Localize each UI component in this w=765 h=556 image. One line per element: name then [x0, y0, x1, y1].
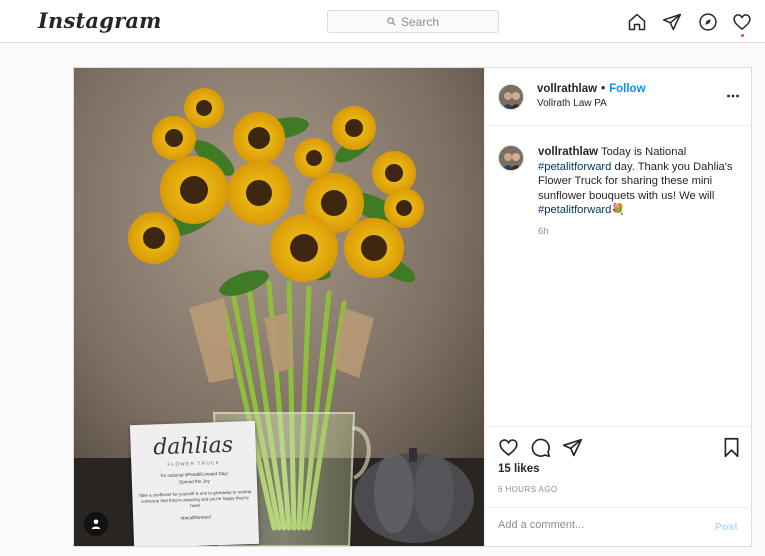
flower-truck-card: dahlias FLOWER TRUCK It's national #Peta… [129, 420, 260, 546]
post-sidebar: vollrathlaw • Follow Vollrath Law PA vol… [484, 68, 752, 546]
header-username[interactable]: vollrathlaw [537, 83, 597, 95]
header-username-row: vollrathlaw • Follow [537, 83, 646, 95]
post-header: vollrathlaw • Follow Vollrath Law PA [485, 68, 752, 126]
instagram-logo[interactable]: Instagram [38, 8, 162, 33]
profile-photo [499, 146, 523, 170]
post-card: dahlias FLOWER TRUCK It's national #Peta… [73, 67, 752, 547]
card-body: Take a sunflower for yourself & one to g… [138, 489, 252, 509]
post-actions: 15 likes 6 HOURS AGO Post [485, 426, 752, 546]
bouquet-emoji: 💐 [611, 204, 626, 217]
separator-dot: • [601, 83, 606, 95]
top-navigation-bar: Instagram Search [0, 0, 765, 43]
card-hashtag: #petalitforward [180, 514, 211, 521]
caption-text-1: Today is National [598, 146, 687, 158]
avatar[interactable] [498, 84, 524, 110]
caption-avatar[interactable] [498, 145, 524, 171]
home-icon[interactable] [627, 12, 647, 32]
likes-count[interactable]: 15 likes [498, 463, 540, 475]
post-timestamp[interactable]: 6 HOURS AGO [498, 485, 558, 494]
follow-button[interactable]: Follow [609, 83, 645, 95]
hashtag-link[interactable]: #petalitforward [538, 204, 611, 216]
save-bookmark-icon[interactable] [722, 437, 741, 458]
post-caption: vollrathlaw Today is National #petalitfo… [538, 145, 738, 218]
activity-heart-icon[interactable] [732, 12, 752, 32]
user-tag-icon [91, 519, 101, 529]
caption-username[interactable]: vollrathlaw [538, 146, 598, 158]
direct-icon[interactable] [662, 12, 682, 32]
post-comment-button[interactable]: Post [715, 521, 738, 533]
explore-icon[interactable] [698, 12, 718, 32]
tagged-users-button[interactable] [84, 512, 108, 536]
location-link[interactable]: Vollrath Law PA [537, 98, 607, 109]
comment-icon[interactable] [530, 437, 551, 458]
search-placeholder: Search [400, 14, 440, 29]
like-heart-icon[interactable] [498, 437, 519, 458]
card-brand: dahlias [152, 432, 234, 461]
comment-input[interactable] [498, 519, 688, 531]
hashtag-link[interactable]: #petalitforward [538, 161, 611, 173]
search-icon [387, 17, 396, 26]
share-icon[interactable] [562, 437, 583, 458]
comment-bar: Post [485, 507, 752, 547]
more-options-icon[interactable] [727, 94, 739, 98]
post-photo[interactable]: dahlias FLOWER TRUCK It's national #Peta… [74, 68, 484, 546]
profile-photo [499, 85, 523, 109]
search-box[interactable]: Search [327, 10, 499, 33]
caption-time: 6h [538, 226, 549, 237]
notification-dot [741, 34, 744, 37]
